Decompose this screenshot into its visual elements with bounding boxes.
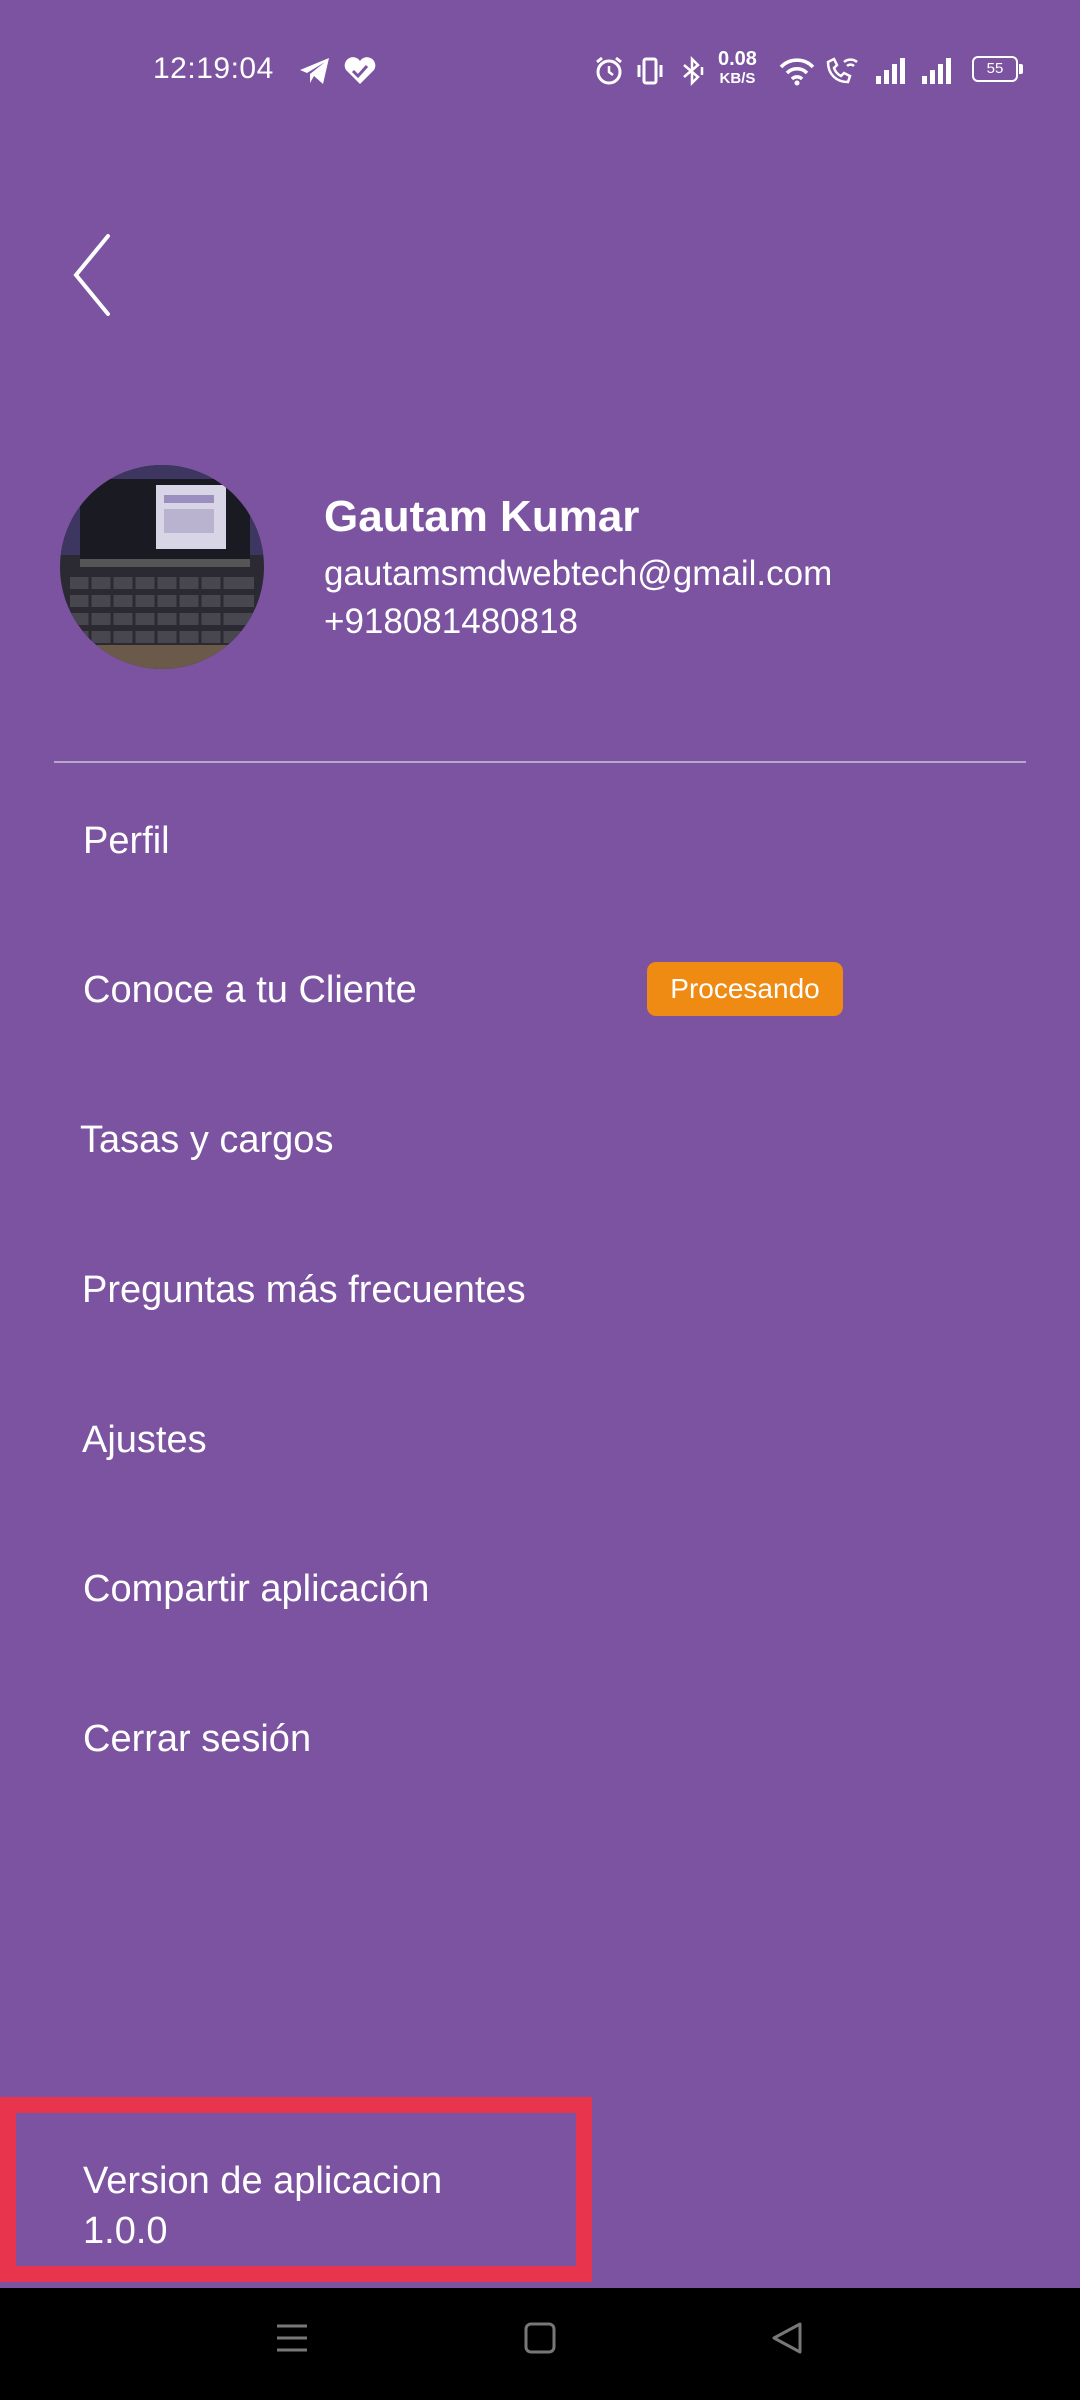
user-email: gautamsmdwebtech@gmail.com: [324, 554, 833, 593]
menu-item-cerrar-sesion[interactable]: Cerrar sesión: [83, 1709, 311, 1769]
signal-icon: [922, 58, 951, 84]
menu-item-conoce-a-tu-cliente[interactable]: Conoce a tu Cliente: [83, 960, 417, 1020]
app-version-label: Version de aplicacion: [83, 2160, 443, 2202]
signal-icon: [876, 58, 905, 84]
telegram-icon: [300, 58, 329, 84]
avatar: [60, 465, 264, 669]
divider: [54, 761, 1026, 763]
alarm-icon: [596, 56, 622, 85]
menu-icon[interactable]: [272, 2318, 312, 2358]
vibrate-icon: [637, 57, 663, 85]
user-phone: +918081480818: [324, 602, 579, 641]
status-bar: 12:19:04 0.08 KB/S 55: [0, 0, 1080, 140]
network-speed: 0.08 KB/S: [718, 48, 757, 88]
wifi-calling-icon: [826, 57, 858, 84]
bluetooth-icon: [683, 56, 704, 86]
status-badge: Procesando: [647, 962, 843, 1016]
back-icon[interactable]: [768, 2318, 808, 2358]
network-speed-value: 0.08: [718, 48, 757, 70]
app-version-number: 1.0.0: [83, 2210, 168, 2252]
heart-icon: [344, 57, 376, 84]
home-icon[interactable]: [520, 2318, 560, 2358]
network-speed-unit: KB/S: [719, 70, 756, 87]
chevron-left-icon: [73, 234, 110, 316]
back-button[interactable]: [66, 230, 126, 320]
menu-item-ajustes[interactable]: Ajustes: [82, 1410, 207, 1470]
menu-item-preguntas-frecuentes[interactable]: Preguntas más frecuentes: [82, 1260, 526, 1320]
menu-item-tasas-y-cargos[interactable]: Tasas y cargos: [80, 1110, 333, 1170]
avatar-image: [60, 465, 264, 669]
status-time: 12:19:04: [153, 52, 274, 85]
wifi-icon: [779, 58, 815, 86]
menu-item-perfil[interactable]: Perfil: [83, 811, 170, 871]
navigation-bar: [0, 2288, 1080, 2400]
battery-icon: 55: [972, 56, 1023, 82]
menu-item-compartir-aplicacion[interactable]: Compartir aplicación: [83, 1559, 429, 1619]
user-name: Gautam Kumar: [324, 492, 640, 541]
